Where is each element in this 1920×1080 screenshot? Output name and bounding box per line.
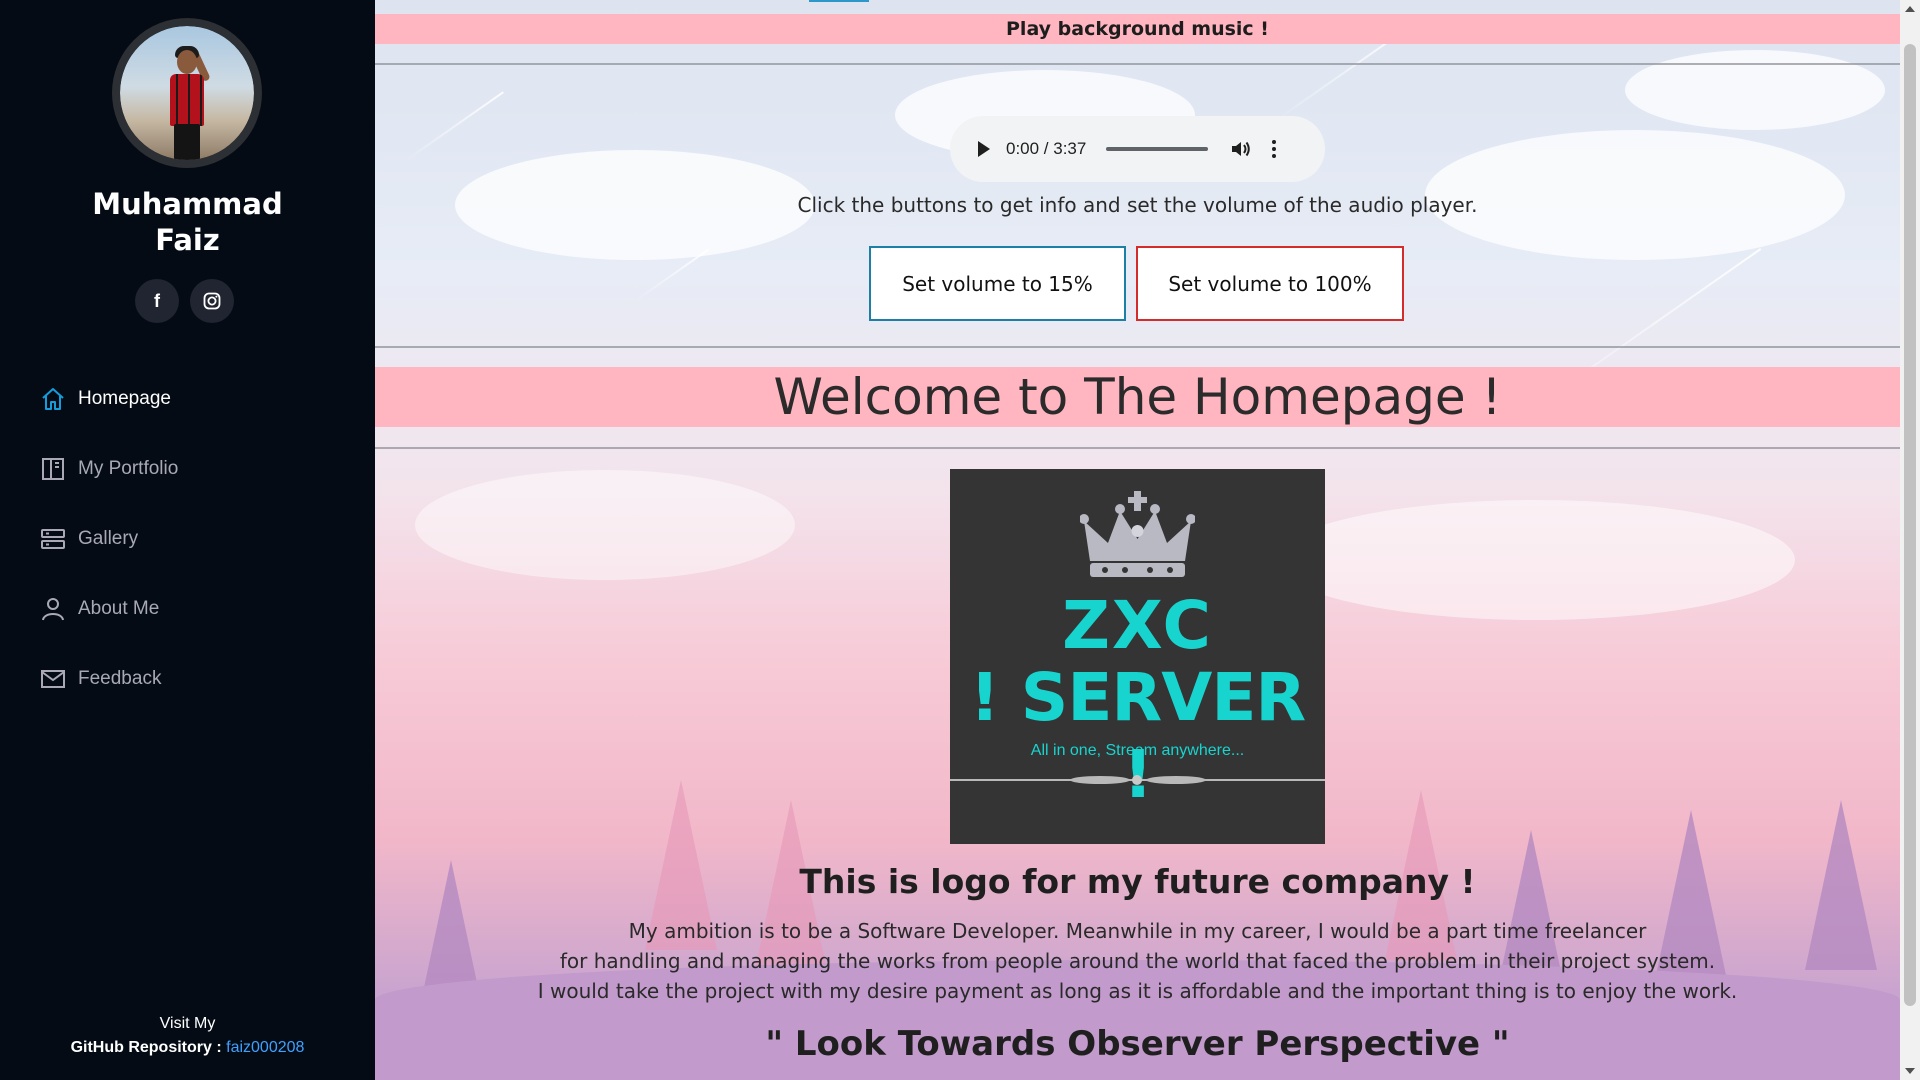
sidebar-item-homepage[interactable]: Homepage [0,364,375,434]
logo-title: ZXC [1062,587,1213,664]
instagram-link[interactable] [190,279,234,323]
crown-icon [1080,491,1195,577]
top-accent-bar [809,0,869,2]
volume-icon[interactable] [1230,139,1252,159]
set-volume-15-button[interactable]: Set volume to 15% [869,246,1126,321]
scroll-up-icon[interactable] [1905,6,1915,12]
audio-instructions: Click the buttons to get info and set th… [797,193,1478,217]
footer-github: GitHub Repository : faiz000208 [0,1036,375,1060]
divider [375,63,1900,65]
company-logo: ZXC ! SERVER ! All in one, Stream anywhe… [950,469,1325,844]
sidebar-item-label: About Me [78,598,160,619]
audio-time: 0:00 / 3:37 [1006,139,1087,158]
audio-player[interactable]: 0:00 / 3:37 [950,116,1325,182]
ambition-line: My ambition is to be a Software Develope… [628,919,1647,943]
profile-name: Muhammad Faiz [0,186,375,258]
motto-quote: " Look Towards Observer Perspective " [765,1024,1510,1064]
main-content: Play background music ! 0:00 / 3:37 Clic… [375,0,1900,1080]
sidebar-item-portfolio[interactable]: My Portfolio [0,434,375,504]
scrollbar[interactable] [1900,0,1920,1080]
avatar [112,18,262,168]
portfolio-icon [40,456,66,482]
music-banner: Play background music ! [375,14,1900,44]
logo-subtitle: ! SERVER ! [969,659,1307,813]
instagram-icon [203,292,221,310]
sidebar-item-label: Feedback [78,668,162,689]
ambition-text: My ambition is to be a Software Develope… [375,916,1900,1006]
audio-progress-slider[interactable] [1106,147,1209,151]
facebook-link[interactable]: f [135,279,179,323]
logo-caption: This is logo for my future company ! [799,862,1476,901]
more-options-icon[interactable] [1272,140,1277,158]
profile-name-first: Muhammad [92,187,283,221]
profile-name-last: Faiz [155,223,220,257]
gallery-icon [40,526,66,552]
envelope-icon [40,666,66,692]
footer-line: Visit My [159,1015,216,1032]
scroll-down-icon[interactable] [1905,1068,1915,1074]
footer-github-label: GitHub Repository : [70,1039,227,1056]
user-icon [40,596,66,622]
set-volume-100-button[interactable]: Set volume to 100% [1136,246,1404,321]
profile-photo [120,26,254,160]
sidebar-item-label: My Portfolio [78,458,179,479]
sidebar-item-label: Gallery [78,528,139,549]
sidebar-nav: Homepage My Portfolio Gallery About Me F… [0,364,375,714]
facebook-icon: f [154,290,160,311]
play-icon[interactable] [978,141,990,157]
sidebar-item-gallery[interactable]: Gallery [0,504,375,574]
divider [375,346,1900,348]
sidebar-item-about[interactable]: About Me [0,574,375,644]
home-icon [40,386,66,412]
logo-tagline: All in one, Stream anywhere... [1030,742,1245,759]
sidebar-footer: Visit My GitHub Repository : faiz000208 [0,1012,375,1060]
scroll-thumb[interactable] [1904,44,1916,1006]
github-link[interactable]: faiz000208 [226,1039,304,1056]
sidebar: Muhammad Faiz f Homepage My Portfolio Ga… [0,0,375,1080]
divider [375,447,1900,449]
ambition-line: I would take the project with my desire … [537,979,1738,1003]
ambition-line: for handling and managing the works from… [559,949,1716,973]
sidebar-item-label: Homepage [78,388,171,409]
sidebar-item-feedback[interactable]: Feedback [0,644,375,714]
page-title: Welcome to The Homepage ! [375,367,1900,427]
